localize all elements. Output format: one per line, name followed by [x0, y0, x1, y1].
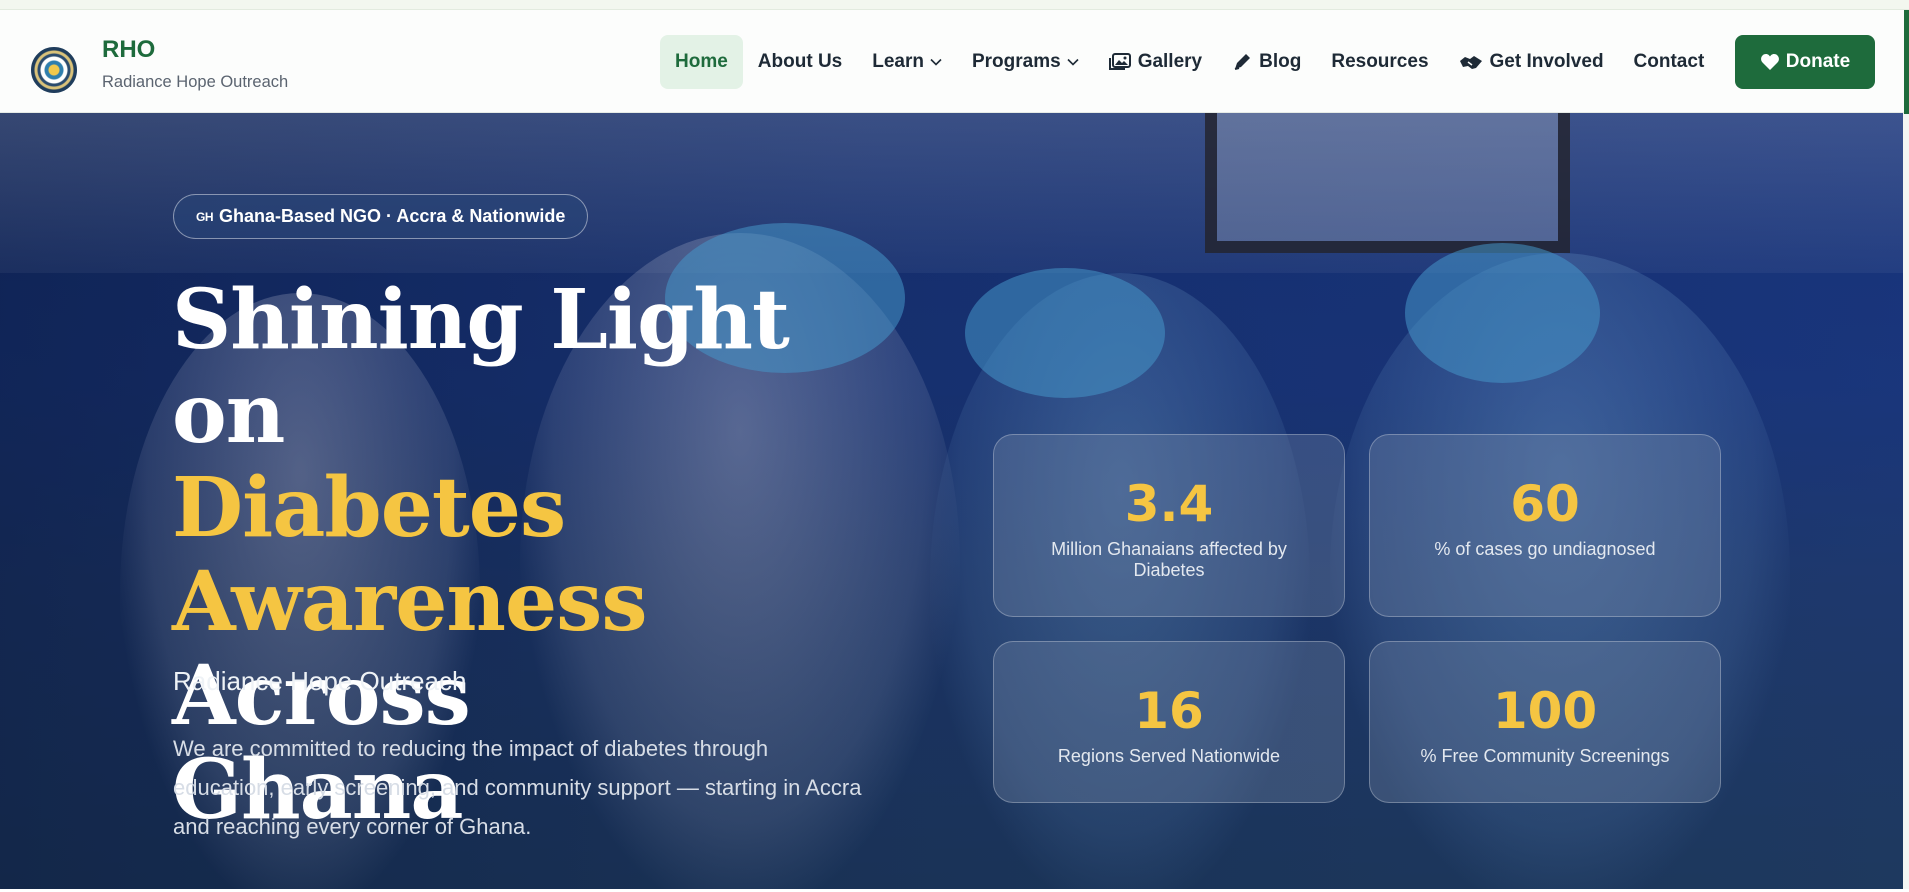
top-strip [0, 0, 1909, 10]
stat-card: 100 % Free Community Screenings [1369, 641, 1721, 803]
brand-text: RHO Radiance Hope Outreach [102, 36, 288, 92]
badge-text: Ghana-Based NGO · Accra & Nationwide [219, 206, 566, 226]
stat-value: 16 [1134, 682, 1204, 740]
nav-item-label: Learn [872, 51, 924, 72]
hero-description: We are committed to reducing the impact … [173, 736, 862, 839]
nav-item-label: Programs [971, 51, 1061, 72]
headline-part-1: Shining Light on [172, 272, 790, 462]
hero-background-wall [0, 113, 1903, 273]
nav-item-get-involved[interactable]: Get Involved [1444, 35, 1619, 89]
images-icon [1108, 53, 1131, 71]
hero-section: GH Ghana-Based NGO · Accra & Nationwide … [0, 113, 1903, 889]
chevron-down-icon [930, 58, 942, 66]
stat-value: 100 [1492, 682, 1598, 740]
nav-item-blog[interactable]: Blog [1217, 35, 1316, 89]
nav-item-label: Resources [1331, 51, 1429, 72]
nav-links: Home About Us Learn Programs Gallery Blo… [660, 35, 1719, 89]
nav-item-label: Home [675, 51, 728, 72]
chevron-down-icon [1067, 58, 1079, 66]
nav-item-learn[interactable]: Learn [857, 35, 957, 89]
nav-item-label: Gallery [1137, 51, 1203, 72]
brand-title: RHO [102, 36, 156, 63]
nav-item-label: About Us [757, 51, 843, 72]
headline-highlight-1: Diabetes [172, 460, 566, 556]
headline-highlight-2: Awareness [172, 554, 648, 650]
ghana-flag-icon: GH [196, 209, 214, 224]
pen-icon [1232, 52, 1252, 72]
location-badge: GH Ghana-Based NGO · Accra & Nationwide [173, 194, 589, 239]
donate-button[interactable]: Donate [1735, 35, 1875, 89]
nav-item-contact[interactable]: Contact [1619, 35, 1720, 89]
scrollbar[interactable] [1904, 10, 1909, 114]
heart-icon [1760, 53, 1780, 71]
nav-item-label: Contact [1633, 51, 1705, 72]
nav-item-gallery[interactable]: Gallery [1094, 35, 1217, 89]
stat-card: 16 Regions Served Nationwide [993, 641, 1345, 803]
stat-card: 60 % of cases go undiagnosed [1369, 434, 1721, 617]
stat-label: Million Ghanaians affected by Diabetes [1051, 539, 1287, 580]
hero-background-frame [1205, 113, 1570, 253]
nav-item-label: Get Involved [1489, 51, 1604, 72]
stat-label: % Free Community Screenings [1420, 746, 1670, 766]
stat-value: 3.4 [1124, 475, 1214, 533]
donate-label: Donate [1785, 51, 1851, 72]
hero-background-cap [965, 268, 1165, 398]
stat-label: % of cases go undiagnosed [1434, 539, 1656, 559]
stat-card: 3.4 Million Ghanaians affected by Diabet… [993, 434, 1345, 617]
nav-item-home[interactable]: Home [660, 35, 743, 89]
brand[interactable]: RHO Radiance Hope Outreach [31, 36, 288, 93]
logo-icon [31, 47, 77, 93]
brand-subtitle: Radiance Hope Outreach [102, 73, 289, 91]
navbar: RHO Radiance Hope Outreach Home About Us… [0, 10, 1904, 113]
stat-value: 60 [1510, 475, 1580, 533]
hero-background-cap [1405, 243, 1600, 383]
nav-item-resources[interactable]: Resources [1316, 35, 1443, 89]
nav-item-programs[interactable]: Programs [957, 35, 1094, 89]
handshake-icon [1459, 53, 1483, 71]
nav-item-about-us[interactable]: About Us [743, 35, 857, 89]
stat-label: Regions Served Nationwide [1057, 746, 1281, 766]
nav-item-label: Blog [1259, 51, 1302, 72]
hero-subtitle: Radiance Hope Outreach [173, 666, 467, 696]
